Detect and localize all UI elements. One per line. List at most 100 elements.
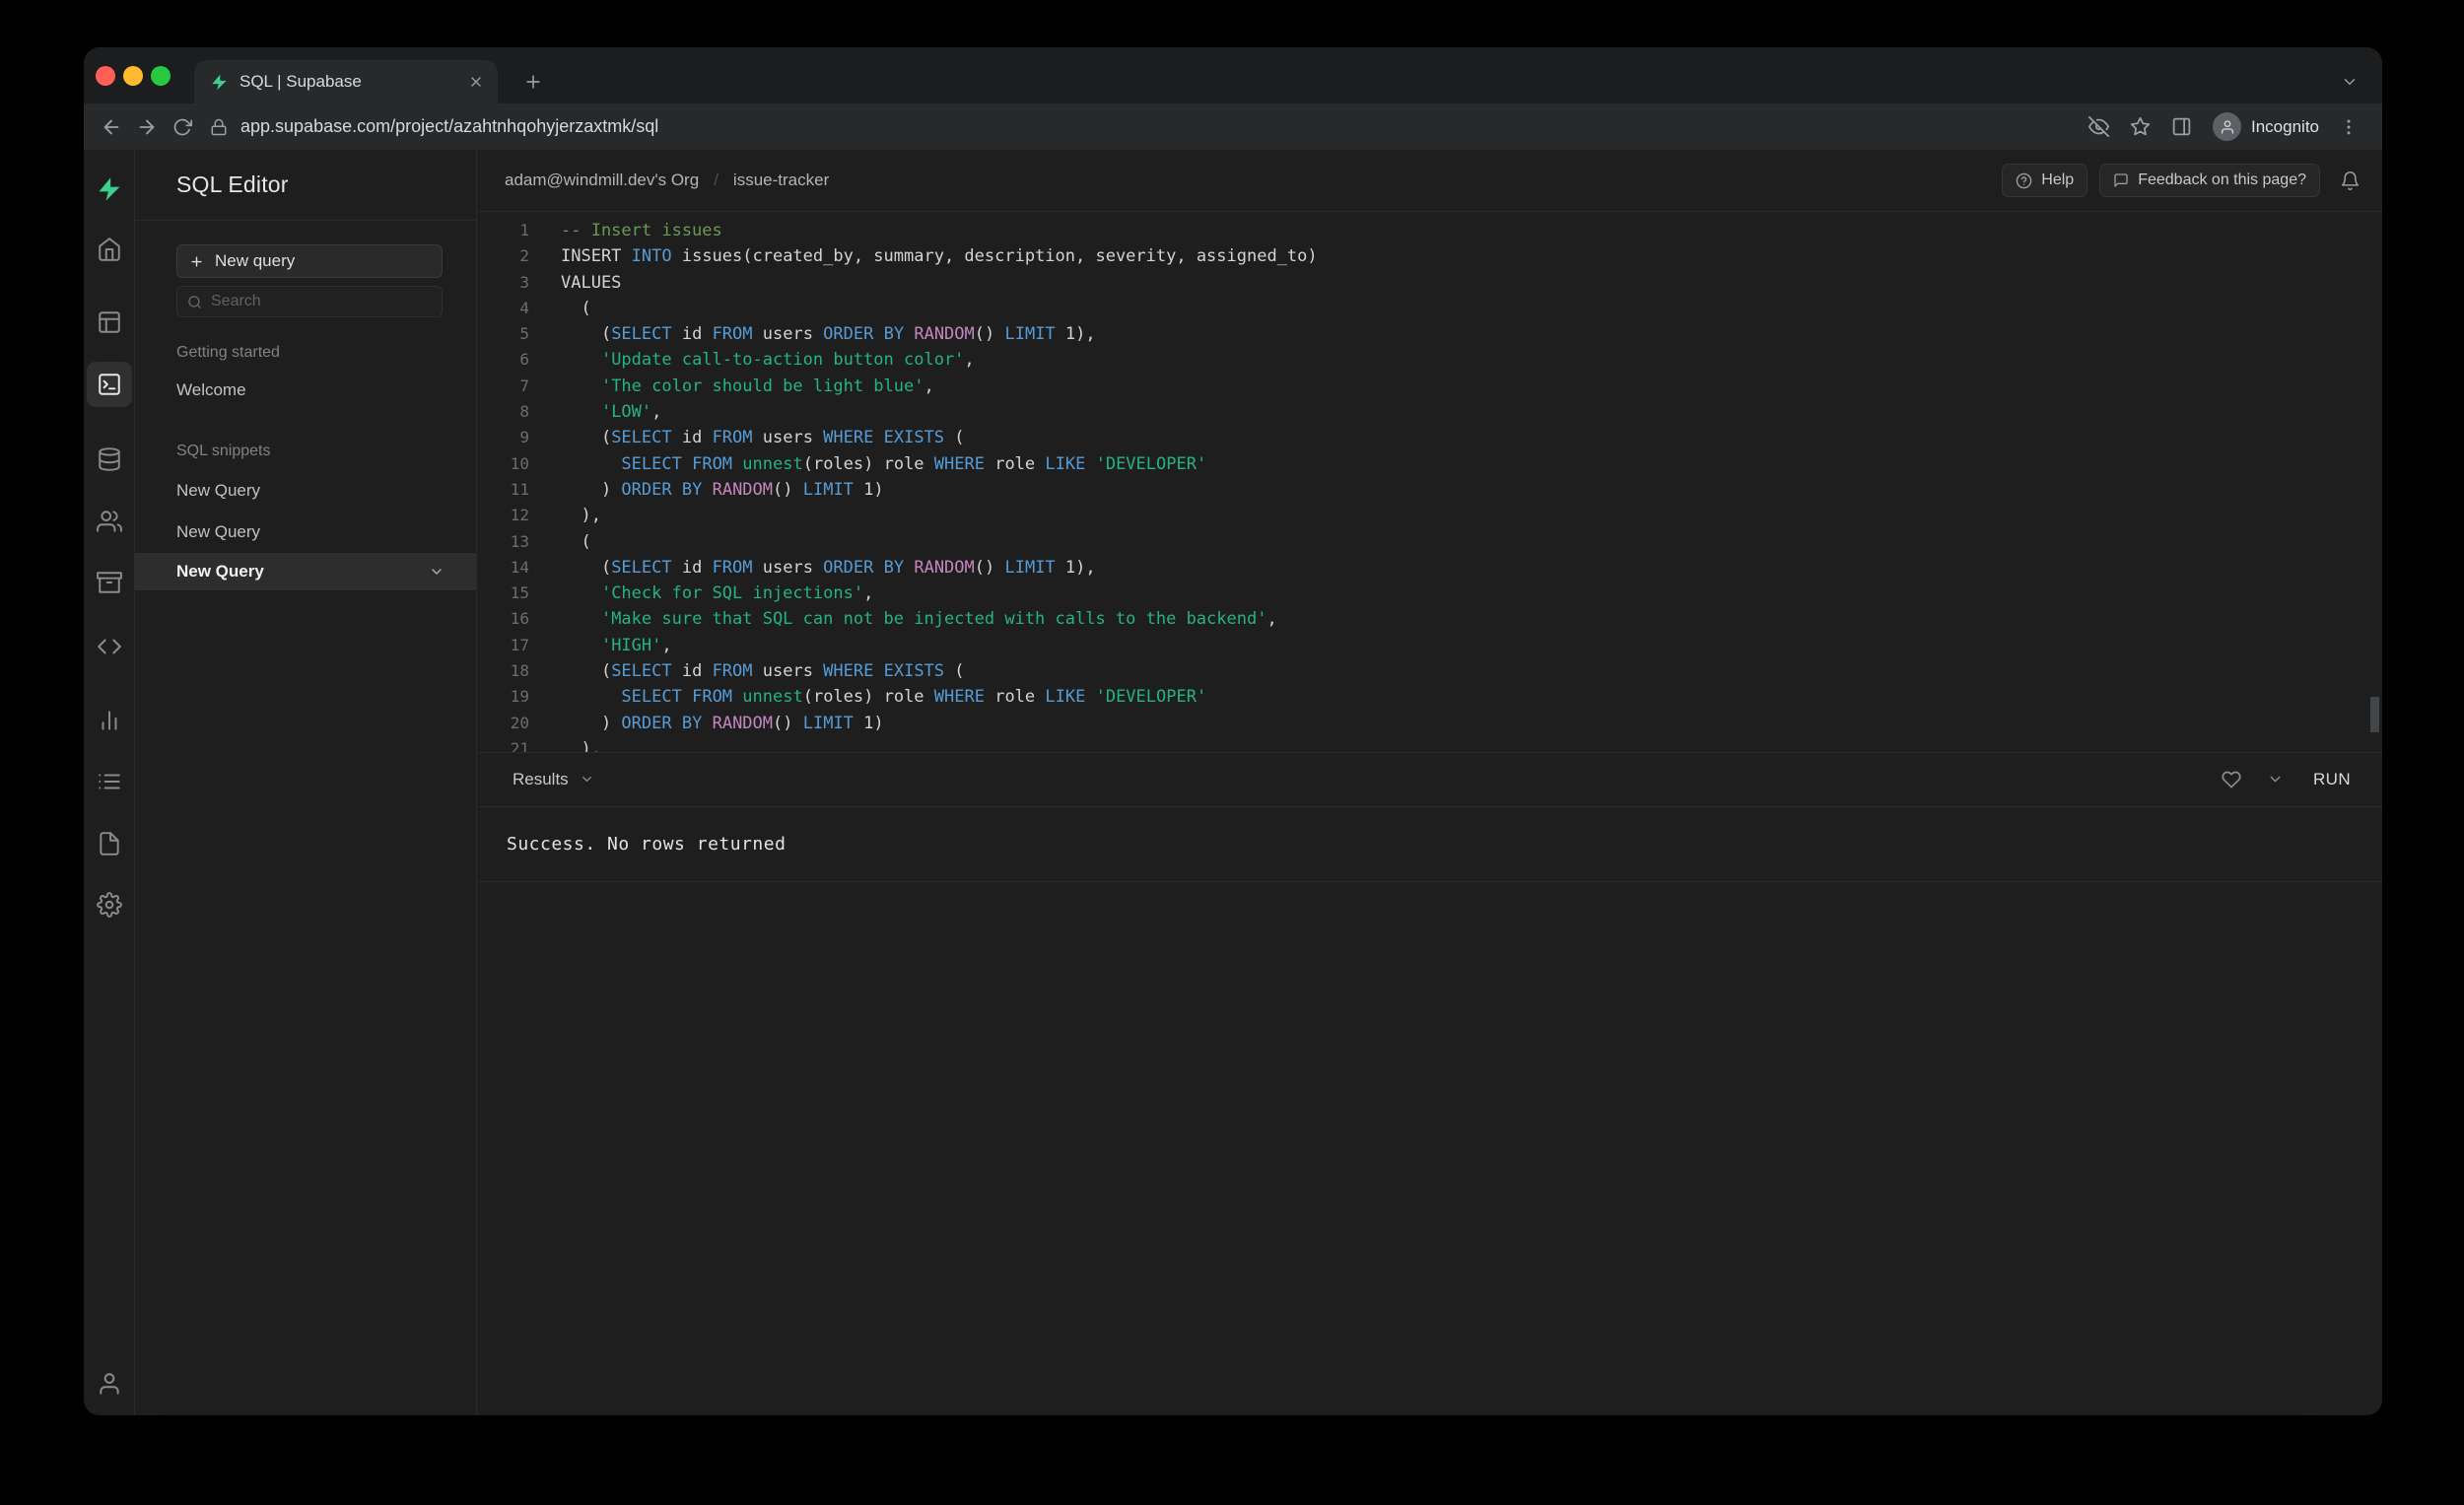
reports-chart-icon[interactable]: [97, 708, 122, 733]
snippet-item[interactable]: New Query: [176, 470, 443, 512]
database-icon[interactable]: [97, 446, 122, 472]
code-line[interactable]: 2 INSERT INTO issues(created_by, summary,…: [477, 243, 2382, 269]
results-chevron-down-icon[interactable]: [580, 772, 594, 787]
line-number: 11: [510, 479, 529, 499]
code-line[interactable]: 3 VALUES: [477, 270, 2382, 296]
results-label: Results: [513, 769, 569, 788]
breadcrumb-separator: /: [714, 171, 719, 189]
traffic-lights: [96, 66, 171, 86]
code-line[interactable]: 1 -- Insert issues: [477, 218, 2382, 243]
breadcrumb-org[interactable]: adam@windmill.dev's Org: [505, 171, 699, 190]
line-number: 18: [510, 661, 529, 681]
url-text[interactable]: app.supabase.com/project/azahtnhqohyjerz…: [240, 116, 658, 137]
supabase-logo-icon[interactable]: [96, 175, 123, 203]
home-icon[interactable]: [97, 237, 122, 262]
favorite-heart-icon[interactable]: [2222, 770, 2241, 789]
new-query-button-label: New query: [215, 251, 296, 270]
snippet-item[interactable]: New Query: [176, 512, 443, 553]
feedback-button[interactable]: Feedback on this page?: [2099, 164, 2320, 197]
breadcrumb-project[interactable]: issue-tracker: [733, 171, 829, 190]
storage-icon[interactable]: [96, 570, 122, 595]
run-button[interactable]: RUN: [2313, 770, 2351, 789]
new-query-button[interactable]: New query: [176, 244, 443, 278]
run-options-chevron-icon[interactable]: [2267, 771, 2284, 787]
page-title: SQL Editor: [176, 171, 289, 197]
browser-tab[interactable]: SQL | Supabase: [194, 60, 498, 103]
line-number: 3: [519, 272, 529, 292]
toolbar-right: Incognito: [2081, 109, 2366, 145]
code-line[interactable]: 14 (SELECT id FROM users ORDER BY RANDOM…: [477, 555, 2382, 581]
code-line[interactable]: 21 ),: [477, 736, 2382, 752]
browser-toolbar: app.supabase.com/project/azahtnhqohyjerz…: [84, 103, 2382, 150]
line-number: 17: [510, 635, 529, 654]
help-button-label: Help: [2041, 171, 2075, 188]
tab-close-icon[interactable]: [468, 74, 484, 90]
code-line[interactable]: 10 SELECT FROM unnest(roles) role WHERE …: [477, 451, 2382, 477]
snippet-item-selected[interactable]: New Query: [135, 553, 476, 590]
logs-list-icon[interactable]: [97, 769, 122, 794]
line-number: 20: [510, 713, 529, 732]
lock-icon[interactable]: [210, 118, 228, 136]
code-line[interactable]: 16 'Make sure that SQL can not be inject…: [477, 606, 2382, 632]
editor-scrollbar-thumb[interactable]: [2370, 697, 2379, 732]
code-line[interactable]: 8 'LOW',: [477, 399, 2382, 425]
code-line[interactable]: 19 SELECT FROM unnest(roles) role WHERE …: [477, 684, 2382, 710]
sql-editor-icon[interactable]: [86, 362, 132, 407]
code-line[interactable]: 5 (SELECT id FROM users ORDER BY RANDOM(…: [477, 321, 2382, 347]
supabase-app: SQL Editor New query Search Getting star…: [84, 150, 2382, 1415]
api-code-icon[interactable]: [97, 634, 122, 659]
chevron-down-icon[interactable]: [429, 564, 445, 580]
new-tab-button[interactable]: [518, 67, 548, 97]
window-zoom-button[interactable]: [151, 66, 171, 86]
line-number: 1: [519, 221, 529, 239]
results-empty-area: [477, 882, 2382, 1416]
code-line[interactable]: 15 'Check for SQL injections',: [477, 581, 2382, 606]
code-line[interactable]: 6 'Update call-to-action button color',: [477, 347, 2382, 373]
search-input[interactable]: [211, 293, 432, 310]
code-line[interactable]: 13 (: [477, 529, 2382, 555]
side-panel-icon[interactable]: [2163, 109, 2199, 145]
eye-off-icon[interactable]: [2081, 109, 2116, 145]
browser-window: SQL | Supabase app.supabase.com/project/…: [84, 47, 2382, 1415]
settings-gear-icon[interactable]: [96, 892, 122, 918]
incognito-badge[interactable]: Incognito: [2213, 112, 2319, 141]
auth-users-icon[interactable]: [96, 509, 122, 534]
results-bar: Results RUN: [477, 751, 2382, 807]
tab-search-chevron-icon[interactable]: [2335, 67, 2364, 97]
line-number: 12: [510, 506, 529, 525]
line-number: 5: [519, 324, 529, 344]
code-line[interactable]: 20 ) ORDER BY RANDOM() LIMIT 1): [477, 711, 2382, 736]
incognito-avatar-icon: [2213, 112, 2241, 141]
code-line[interactable]: 9 (SELECT id FROM users WHERE EXISTS (: [477, 425, 2382, 450]
search-box[interactable]: [176, 286, 443, 317]
sql-code-editor[interactable]: 1 -- Insert issues 2 INSERT INTO issues(cre…: [477, 212, 2382, 752]
address-bar[interactable]: app.supabase.com/project/azahtnhqohyjerz…: [210, 116, 2081, 137]
code-line[interactable]: 12 ),: [477, 503, 2382, 528]
line-number: 2: [519, 246, 529, 266]
bookmark-star-icon[interactable]: [2122, 109, 2157, 145]
help-button[interactable]: Help: [2002, 164, 2088, 197]
reload-button[interactable]: [165, 109, 200, 145]
browser-menu-dots-icon[interactable]: [2331, 109, 2366, 145]
window-minimize-button[interactable]: [123, 66, 143, 86]
code-line[interactable]: 7 'The color should be light blue',: [477, 374, 2382, 399]
window-close-button[interactable]: [96, 66, 115, 86]
account-user-icon[interactable]: [97, 1371, 122, 1397]
code-line[interactable]: 11 ) ORDER BY RANDOM() LIMIT 1): [477, 477, 2382, 503]
docs-file-icon[interactable]: [97, 831, 122, 856]
snippet-item-label: New Query: [176, 562, 264, 581]
code-line[interactable]: 18 (SELECT id FROM users WHERE EXISTS (: [477, 658, 2382, 684]
tab-strip: SQL | Supabase: [84, 47, 2382, 103]
forward-button[interactable]: [129, 109, 165, 145]
code-line[interactable]: 17 'HIGH',: [477, 633, 2382, 658]
code-line[interactable]: 4 (: [477, 296, 2382, 321]
line-number: 16: [510, 609, 529, 629]
table-editor-icon[interactable]: [97, 309, 122, 335]
results-output: Success. No rows returned: [477, 807, 2382, 882]
sidebar-item-welcome[interactable]: Welcome: [176, 380, 443, 400]
line-number: 10: [510, 453, 529, 473]
notifications-bell-icon[interactable]: [2340, 171, 2361, 191]
line-number: 7: [519, 376, 529, 395]
back-button[interactable]: [94, 109, 129, 145]
desktop-background: SQL | Supabase app.supabase.com/project/…: [0, 0, 2464, 1505]
